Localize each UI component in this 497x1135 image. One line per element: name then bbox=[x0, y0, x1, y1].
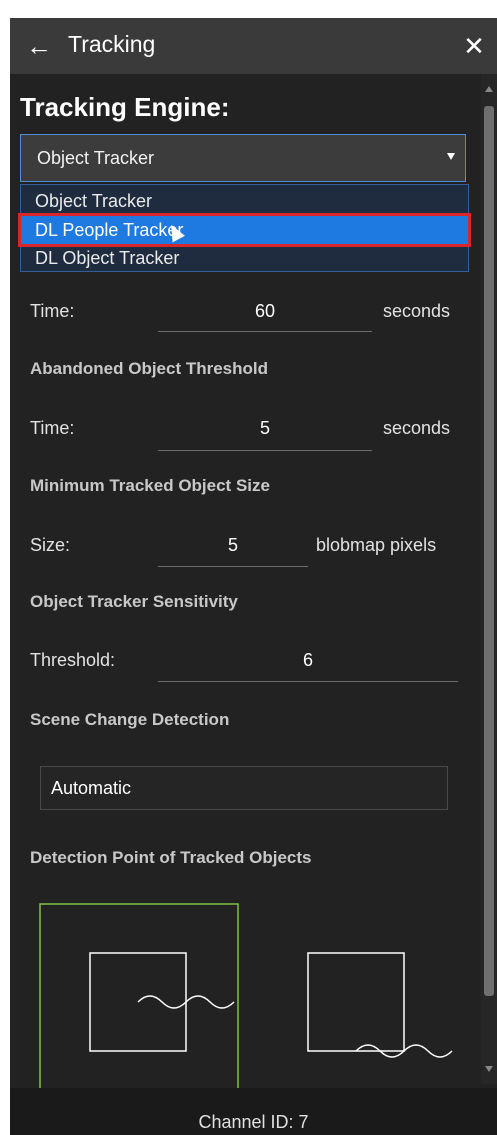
abandoned-time-label: Time: bbox=[30, 418, 75, 438]
detection-point-heading: Detection Point of Tracked Objects bbox=[30, 848, 312, 867]
dropdown-caret-icon bbox=[447, 153, 455, 160]
scene-change-select[interactable]: Automatic bbox=[40, 766, 448, 810]
vertical-scrollbar[interactable] bbox=[481, 74, 497, 1084]
size-input[interactable]: 5 bbox=[158, 535, 308, 556]
scroll-down-icon[interactable] bbox=[485, 1066, 493, 1072]
tracking-engine-selected-value: Object Tracker bbox=[37, 148, 155, 168]
threshold-input-underline bbox=[158, 681, 458, 682]
size-label: Size: bbox=[30, 535, 71, 555]
back-arrow-icon[interactable]: ← bbox=[24, 28, 54, 64]
abandoned-threshold-heading: Abandoned Object Threshold bbox=[30, 359, 269, 378]
option-dl-object-tracker[interactable]: DL Object Tracker bbox=[21, 244, 468, 272]
time-value-input[interactable]: 60 bbox=[158, 301, 372, 322]
option-object-tracker[interactable]: Object Tracker bbox=[21, 187, 468, 215]
min-object-size-heading: Minimum Tracked Object Size bbox=[30, 476, 270, 495]
threshold-label: Threshold: bbox=[30, 650, 116, 670]
sensitivity-heading: Object Tracker Sensitivity bbox=[30, 592, 238, 611]
scroll-up-icon[interactable] bbox=[485, 86, 493, 92]
abandoned-time-unit: seconds bbox=[383, 418, 451, 438]
object-box-icon bbox=[307, 952, 405, 1052]
time-label: Time: bbox=[30, 301, 75, 321]
time-unit: seconds bbox=[383, 301, 451, 321]
close-icon[interactable]: ✕ bbox=[459, 28, 489, 64]
detection-option-bottom[interactable] bbox=[307, 952, 453, 1058]
size-unit: blobmap pixels bbox=[316, 535, 437, 555]
selected-frame bbox=[39, 903, 239, 1088]
scene-change-value: Automatic bbox=[51, 778, 132, 798]
size-input-underline bbox=[158, 566, 308, 567]
scene-change-heading: Scene Change Detection bbox=[30, 710, 230, 729]
abandoned-time-underline bbox=[158, 450, 372, 451]
panel-title: Tracking bbox=[68, 31, 156, 57]
channel-id-label: Channel ID: 7 bbox=[198, 1112, 309, 1132]
tracking-engine-select[interactable]: Object Tracker bbox=[20, 134, 466, 182]
title-bar: ← Tracking ✕ bbox=[10, 18, 497, 74]
tracking-panel: ← Tracking ✕ Tracking Engine: Object Tra… bbox=[10, 18, 497, 1135]
tracking-engine-options: Object Tracker DL People Tracker DL Obje… bbox=[18, 184, 471, 272]
tracking-engine-heading: Tracking Engine: bbox=[20, 92, 230, 122]
scroll-thumb[interactable] bbox=[484, 106, 494, 996]
time-input-underline bbox=[158, 331, 372, 332]
abandoned-time-input[interactable]: 5 bbox=[158, 418, 372, 439]
footer-bar: Channel ID: 7 bbox=[10, 1088, 497, 1135]
detection-point-options bbox=[39, 903, 453, 1088]
detection-option-center[interactable] bbox=[39, 903, 239, 1088]
threshold-input[interactable]: 6 bbox=[158, 650, 458, 671]
option-dl-people-tracker[interactable]: DL People Tracker bbox=[18, 213, 471, 247]
